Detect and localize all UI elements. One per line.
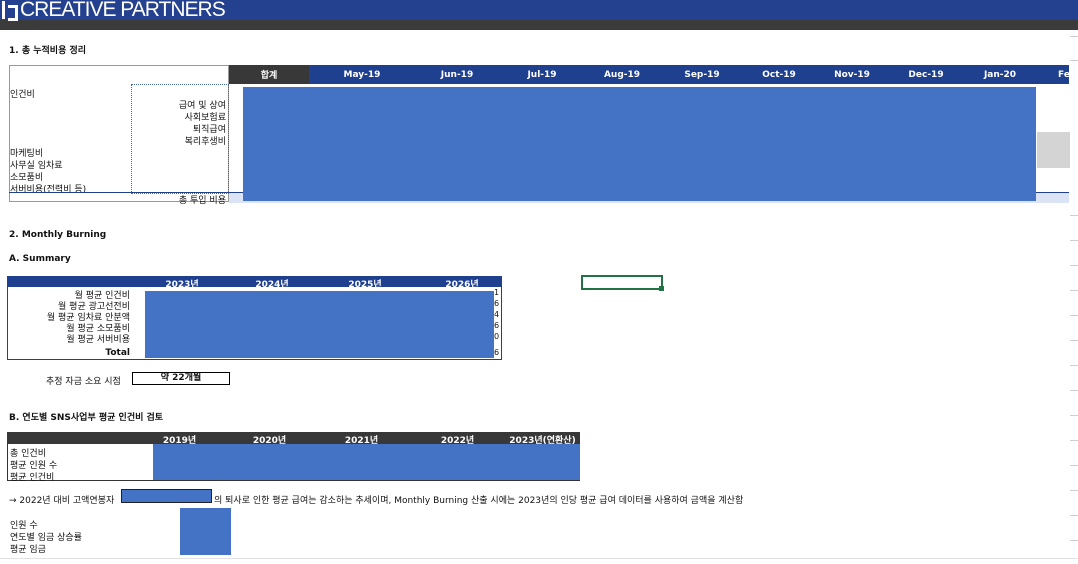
grid-tick bbox=[1070, 240, 1078, 241]
section2-title: 2. Monthly Burning bbox=[9, 230, 107, 240]
note-prefix: → 2022년 대비 고액연봉자 bbox=[9, 496, 115, 506]
total-cost-label: 총 투입 비용 bbox=[178, 196, 226, 206]
summary-tail-digit: 6 bbox=[494, 299, 500, 308]
grid-tick bbox=[1070, 290, 1078, 291]
summary-tail-digit: 1 bbox=[494, 288, 500, 297]
brand-strip bbox=[0, 20, 1078, 30]
summary-tail-digit: 4 bbox=[494, 310, 500, 319]
grid-tick bbox=[1070, 340, 1078, 341]
grid-tick bbox=[1070, 540, 1078, 541]
grid-tick bbox=[1070, 365, 1078, 366]
row-label-server: 서버비용(전력비 등) bbox=[10, 185, 87, 195]
redacted-data-block bbox=[243, 87, 1036, 201]
grid-tick bbox=[1070, 215, 1078, 216]
section1-title: 1. 총 누적비용 정리 bbox=[9, 46, 87, 56]
grid-tick bbox=[1070, 265, 1078, 266]
brand-logo: CREATIVE PARTNERS bbox=[2, 0, 226, 21]
total-header-label: 합계 bbox=[260, 71, 278, 81]
month-header: Aug-19 bbox=[603, 70, 641, 80]
grid-tick bbox=[1070, 390, 1078, 391]
sectionB-row-label: 평균 인건비 bbox=[10, 473, 55, 483]
grid-tick bbox=[1070, 490, 1078, 491]
estimate-label: 추정 자금 소요 시점 bbox=[46, 377, 121, 387]
fill-handle[interactable] bbox=[659, 286, 664, 291]
summary-year-header: 2025년 bbox=[348, 280, 382, 290]
summary-header-bar: 2023년 2024년 2025년 2026년 bbox=[7, 276, 502, 290]
extra-redacted-block bbox=[180, 508, 231, 555]
grid-tick bbox=[1070, 440, 1078, 441]
note-suffix: 의 퇴사로 인한 평균 급여는 감소하는 추세이며, Monthly Burni… bbox=[214, 496, 744, 506]
month-header: Sep-19 bbox=[684, 70, 720, 80]
month-header: Dec-19 bbox=[908, 70, 944, 80]
sub-label-welfare: 복리후생비 bbox=[184, 137, 226, 147]
summary-row-label: 월 평균 서버비용 bbox=[66, 335, 130, 345]
month-header: Jul-19 bbox=[527, 70, 557, 80]
bottom-gridline bbox=[0, 558, 1078, 559]
summary-year-header: 2023년 bbox=[165, 280, 199, 290]
extra-row-label: 평균 임금 bbox=[10, 545, 46, 555]
month-header: Jun-19 bbox=[440, 70, 474, 80]
grid-tick bbox=[1070, 515, 1078, 516]
summary-tail-digit: 0 bbox=[494, 332, 500, 341]
month-header: Jan-20 bbox=[983, 70, 1017, 80]
gray-cell-block bbox=[1037, 132, 1070, 168]
month-header: Oct-19 bbox=[762, 70, 796, 80]
summary-tail-digit: 6 bbox=[494, 321, 500, 330]
month-header-bar: May-19 Jun-19 Jul-19 Aug-19 Sep-19 Oct-1… bbox=[309, 65, 1070, 84]
grid-tick bbox=[1070, 315, 1078, 316]
month-header: Fe bbox=[1058, 70, 1070, 80]
grid-tick bbox=[1070, 36, 1078, 37]
summary-redacted-block bbox=[145, 291, 494, 358]
sectionB-title: B. 연도별 SNS사업부 평균 인건비 검토 bbox=[9, 413, 164, 423]
summary-year-header: 2024년 bbox=[255, 280, 289, 290]
month-header: Nov-19 bbox=[834, 70, 870, 80]
summary-tail-digit: 6 bbox=[494, 348, 500, 357]
logo-mark-icon bbox=[2, 1, 18, 21]
grid-tick bbox=[1070, 415, 1078, 416]
summary-row-total: Total bbox=[105, 348, 130, 358]
month-header: May-19 bbox=[343, 70, 381, 80]
selected-cell[interactable] bbox=[581, 275, 663, 290]
row-label-personnel: 인건비 bbox=[10, 90, 35, 100]
estimate-value: 약 22개월 bbox=[132, 372, 230, 385]
grid-tick bbox=[1070, 60, 1078, 61]
sectionB-header-bar: 2019년 2020년 2021년 2022년 2023년(연환산) bbox=[7, 432, 580, 446]
brand-name: CREATIVE PARTNERS bbox=[20, 0, 226, 21]
summary-title: A. Summary bbox=[9, 254, 71, 264]
note-redacted-block bbox=[121, 489, 212, 503]
grid-tick bbox=[1070, 465, 1078, 466]
summary-year-header: 2026년 bbox=[445, 280, 479, 290]
sectionB-redacted-block bbox=[153, 444, 580, 480]
